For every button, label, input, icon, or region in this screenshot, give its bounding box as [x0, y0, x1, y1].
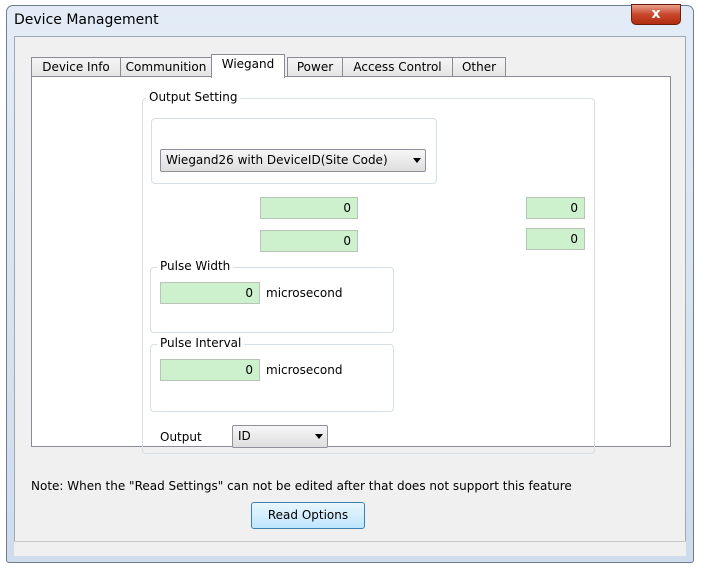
tab-power[interactable]: Power — [287, 57, 343, 77]
output-setting-label: Output Setting — [146, 90, 241, 104]
tab-communition[interactable]: Communition — [120, 57, 212, 77]
wiegand-format-select[interactable]: Wiegand26 with DeviceID(Site Code) — [160, 149, 426, 172]
chevron-down-icon — [315, 434, 323, 439]
wiegand-format-value: Wiegand26 with DeviceID(Site Code) — [166, 153, 388, 167]
output-label: Output — [160, 430, 202, 444]
pulse-width-field[interactable]: 0 — [160, 282, 260, 304]
status-bar — [14, 541, 686, 556]
site-code-right-field[interactable]: 0 — [526, 197, 585, 219]
site-code-field[interactable]: 0 — [260, 197, 358, 219]
window-title: Device Management — [14, 12, 159, 28]
pulse-interval-unit: microsecond — [266, 363, 343, 377]
pulse-width-unit: microsecond — [266, 286, 343, 300]
chevron-down-icon — [413, 158, 421, 163]
pulse-interval-field[interactable]: 0 — [160, 359, 260, 381]
card-right-field[interactable]: 0 — [526, 228, 585, 250]
read-options-button[interactable]: Read Options — [251, 502, 365, 529]
pulse-interval-label: Pulse Interval — [157, 336, 245, 350]
tab-access-control[interactable]: Access Control — [342, 57, 453, 77]
output-select[interactable]: ID — [232, 425, 328, 448]
output-select-value: ID — [238, 429, 251, 443]
close-button[interactable]: x — [631, 4, 681, 25]
card-field[interactable]: 0 — [260, 230, 358, 252]
tab-device-info[interactable]: Device Info — [31, 57, 121, 77]
tab-wiegand[interactable]: Wiegand — [211, 54, 285, 78]
note-text: Note: When the "Read Settings" can not b… — [31, 479, 572, 493]
tab-other[interactable]: Other — [452, 57, 506, 77]
pulse-width-label: Pulse Width — [157, 259, 234, 273]
